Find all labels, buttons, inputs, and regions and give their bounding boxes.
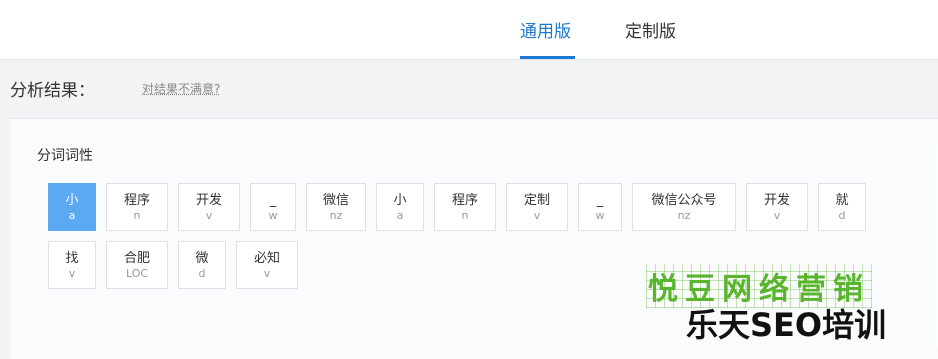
token-chip[interactable]: 找 v — [48, 241, 96, 289]
token-word: 微信 — [322, 192, 349, 208]
token-pos: v — [533, 208, 541, 222]
token-word: _ — [596, 192, 604, 208]
token-chip[interactable]: 程序 n — [434, 183, 496, 231]
token-word: 程序 — [451, 192, 478, 208]
token-word: _ — [269, 192, 277, 208]
token-pos: nz — [677, 208, 691, 222]
token-chip[interactable]: _ w — [578, 183, 622, 231]
token-pos: a — [68, 208, 76, 222]
token-word: 找 — [65, 250, 79, 266]
token-chip[interactable]: 必知 v — [236, 241, 298, 289]
token-pos: v — [68, 266, 76, 280]
token-chip[interactable]: 微信 nz — [306, 183, 366, 231]
token-word: 小 — [393, 192, 407, 208]
token-word: 小 — [65, 192, 79, 208]
token-pos: LOC — [125, 266, 149, 280]
token-word: 微信公众号 — [651, 192, 717, 208]
token-chip[interactable]: 定制 v — [506, 183, 568, 231]
token-word: 开发 — [195, 192, 222, 208]
token-chip[interactable]: 小 a — [376, 183, 424, 231]
watermark-line2: 乐天SEO培训 — [686, 306, 887, 344]
token-word: 就 — [835, 192, 849, 208]
token-chip[interactable]: 程序 n — [106, 183, 168, 231]
token-chip[interactable]: _ w — [250, 183, 296, 231]
token-chip[interactable]: 合肥 LOC — [106, 241, 168, 289]
token-chip[interactable]: 微 d — [178, 241, 226, 289]
token-pos: v — [263, 266, 271, 280]
token-word: 定制 — [523, 192, 550, 208]
token-chip[interactable]: 微信公众号 nz — [632, 183, 736, 231]
token-pos: n — [133, 208, 141, 222]
token-word: 必知 — [253, 250, 280, 266]
token-word: 程序 — [123, 192, 150, 208]
watermark: 悦豆网络营销 乐天SEO培训 — [640, 262, 938, 346]
token-pos: nz — [329, 208, 343, 222]
token-chip[interactable]: 开发 v — [746, 183, 808, 231]
token-word: 开发 — [763, 192, 790, 208]
token-pos: w — [268, 208, 278, 222]
token-chip[interactable]: 小 a — [48, 183, 96, 231]
token-chip[interactable]: 开发 v — [178, 183, 240, 231]
token-pos: a — [396, 208, 404, 222]
token-chip[interactable]: 就 d — [818, 183, 866, 231]
token-pos: d — [198, 266, 206, 280]
token-pos: v — [773, 208, 781, 222]
token-pos: w — [595, 208, 605, 222]
token-word: 合肥 — [123, 250, 150, 266]
token-pos: d — [838, 208, 846, 222]
token-word: 微 — [195, 250, 209, 266]
token-pos: n — [461, 208, 469, 222]
token-pos: v — [205, 208, 213, 222]
